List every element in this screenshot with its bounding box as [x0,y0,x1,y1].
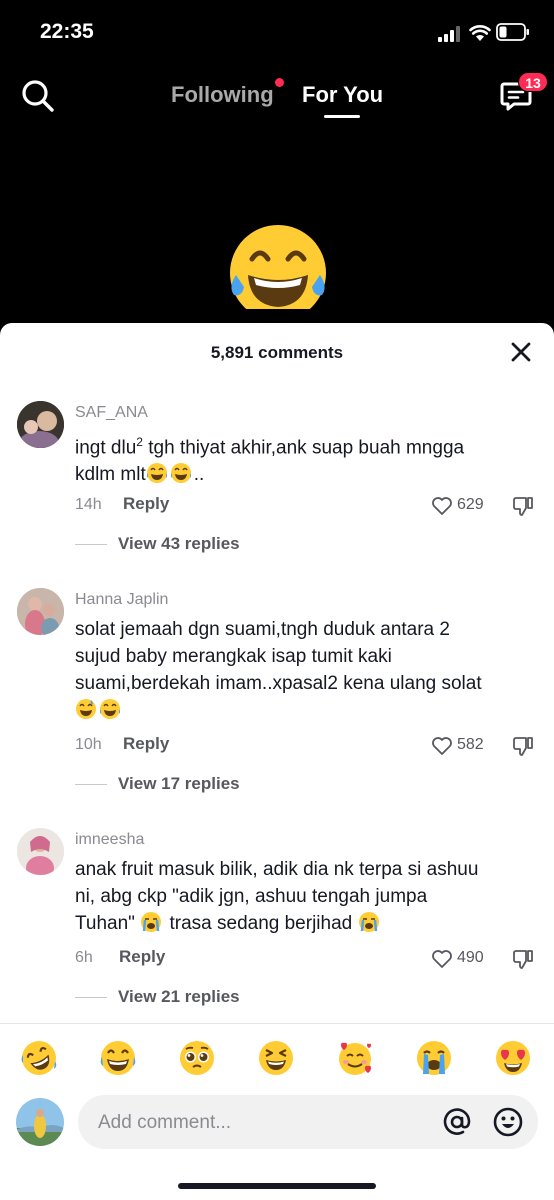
my-avatar[interactable] [16,1098,64,1146]
comment-username[interactable]: SAF_ANA [75,404,148,422]
comment-time: 10h [75,736,102,753]
loudly-crying-face-icon [358,912,379,932]
avatar[interactable] [17,588,64,635]
cellular-signal-icon [438,26,460,42]
heart-icon[interactable] [431,736,453,756]
joy-face-icon [100,699,120,719]
grinning-sweat-face-icon [76,699,96,719]
comments-count: 5,891 comments [210,343,344,362]
heart-icon[interactable] [431,496,453,516]
comments-sheet: 5,891 comments SAF_ANA ingt dlu2 tgh thi… [0,323,554,1200]
dislike-icon[interactable] [512,735,534,757]
comment-text: solat jemaah dgn suami,tngh duduk antara… [75,616,535,724]
top-nav: Following For You [0,66,554,126]
comment-item: imneesha anak fruit masuk bilik, adik di… [0,826,554,1021]
comment-input[interactable]: Add comment... [78,1095,538,1149]
loudly-crying-face-icon[interactable] [415,1039,453,1077]
emoji-picker-icon[interactable] [492,1106,524,1138]
joy-face-icon [230,225,326,309]
joy-face-icon [170,463,191,484]
wifi-icon [469,25,491,41]
comment-text: ingt dlu2 tgh thiyat akhir,ank suap buah… [75,435,465,486]
comments-header: 5,891 comments [0,323,554,379]
comment-input-placeholder: Add comment... [98,1112,232,1133]
like-count: 629 [457,496,484,513]
following-notification-dot [275,78,284,87]
joy-face-icon [146,463,167,484]
divider [0,1023,554,1024]
reply-button[interactable]: Reply [119,947,165,967]
reply-button[interactable]: Reply [123,494,169,514]
tab-following[interactable]: Following [171,82,274,108]
status-time: 22:35 [40,20,94,43]
view-replies-button[interactable]: View 21 replies [75,986,275,1010]
comment-composer: Add comment... [0,1093,554,1153]
comment-actions: 14h Reply 629 [75,493,535,519]
like-count: 582 [457,736,484,753]
battery-icon [496,23,529,41]
smiling-hearts-face-icon[interactable] [336,1039,374,1077]
loudly-crying-face-icon [141,912,162,932]
comment-actions: 10h Reply 582 [75,733,535,759]
heart-eyes-face-icon[interactable] [494,1039,532,1077]
status-bar: 22:35 [0,0,554,66]
comment-item: Hanna Japlin solat jemaah dgn suami,tngh… [0,586,554,796]
like-count: 490 [457,949,484,966]
comment-time: 14h [75,496,102,513]
dislike-icon[interactable] [512,948,534,970]
squinting-laugh-face-icon[interactable] [257,1039,295,1077]
comment-actions: 6h Reply 490 [75,946,535,972]
comment-username[interactable]: imneesha [75,831,144,849]
tab-for-you[interactable]: For You [302,82,383,108]
rofl-face-icon[interactable] [20,1039,58,1077]
heart-icon[interactable] [431,949,453,969]
joy-face-icon[interactable] [99,1039,137,1077]
home-indicator [178,1183,376,1189]
view-replies-button[interactable]: View 17 replies [75,773,275,797]
search-icon[interactable] [20,78,56,114]
close-icon[interactable] [510,341,532,363]
reply-button[interactable]: Reply [123,734,169,754]
avatar[interactable] [17,401,64,448]
quick-emoji-bar [0,1033,554,1083]
pleading-face-icon[interactable] [178,1039,216,1077]
dislike-icon[interactable] [512,495,534,517]
mention-icon[interactable] [442,1107,472,1137]
comment-item: SAF_ANA ingt dlu2 tgh thiyat akhir,ank s… [0,399,554,569]
comment-text: anak fruit masuk bilik, adik dia nk terp… [75,859,479,934]
avatar[interactable] [17,828,64,875]
comment-time: 6h [75,949,93,966]
view-replies-button[interactable]: View 43 replies [75,533,275,557]
inbox-badge: 13 [518,72,548,92]
comment-username[interactable]: Hanna Japlin [75,591,168,609]
active-tab-indicator [324,115,360,118]
